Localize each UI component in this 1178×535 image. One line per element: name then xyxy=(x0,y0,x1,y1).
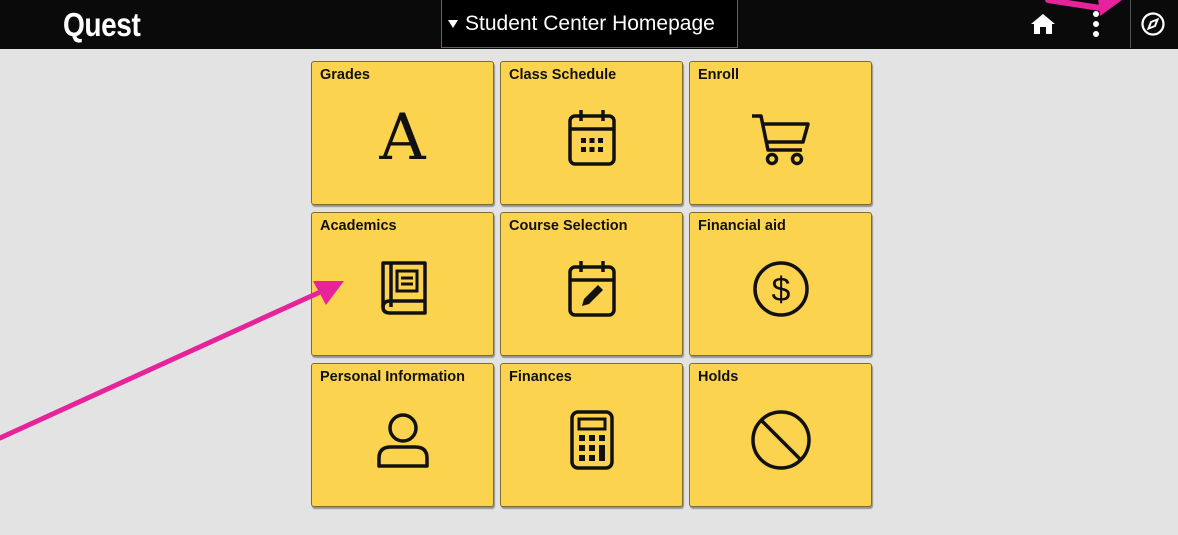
tile-enroll[interactable]: Enroll xyxy=(689,61,872,205)
dollar-circle-icon: $ xyxy=(747,255,815,323)
page-selector-dropdown[interactable]: Student Center Homepage xyxy=(441,0,738,48)
tile-class-schedule[interactable]: Class Schedule xyxy=(500,61,683,205)
tile-title: Finances xyxy=(509,369,572,385)
header-bar: Quest Student Center Homepage xyxy=(0,0,1178,49)
nav-bar-icon xyxy=(1140,12,1165,36)
actions-menu-button[interactable] xyxy=(1080,0,1112,48)
tile-personal-information[interactable]: Personal Information xyxy=(311,363,494,507)
book-icon xyxy=(369,255,437,323)
tile-holds[interactable]: Holds xyxy=(689,363,872,507)
home-icon xyxy=(1031,14,1055,34)
more-vertical-icon xyxy=(1093,11,1099,37)
tile-title: Enroll xyxy=(698,67,740,83)
calendar-edit-icon xyxy=(558,255,626,323)
calendar-icon xyxy=(558,104,626,172)
page-selector-label: Student Center Homepage xyxy=(465,11,715,35)
caret-down-icon xyxy=(448,19,458,28)
navbar-button[interactable] xyxy=(1130,0,1174,48)
prohibited-icon xyxy=(747,406,815,474)
tile-title: Class Schedule xyxy=(509,67,617,83)
tile-title: Course Selection xyxy=(509,218,628,234)
annotation-arrow-academics xyxy=(0,281,344,441)
quest-logo[interactable]: Quest xyxy=(63,6,141,44)
tile-financial-aid[interactable]: Financial aid $ xyxy=(689,212,872,356)
tile-title: Academics xyxy=(320,218,397,234)
letter-a-icon: A xyxy=(379,101,426,175)
tile-academics[interactable]: Academics xyxy=(311,212,494,356)
tile-grades[interactable]: Grades A xyxy=(311,61,494,205)
shopping-cart-icon xyxy=(747,104,815,172)
tile-course-selection[interactable]: Course Selection xyxy=(500,212,683,356)
tile-title: Personal Information xyxy=(320,369,466,385)
person-icon xyxy=(369,406,437,474)
svg-text:$: $ xyxy=(771,271,790,309)
calculator-icon xyxy=(558,406,626,474)
tile-finances[interactable]: Finances xyxy=(500,363,683,507)
tile-title: Grades xyxy=(320,67,370,83)
home-button[interactable] xyxy=(1025,0,1061,48)
tile-title: Financial aid xyxy=(698,218,786,234)
tile-title: Holds xyxy=(698,369,739,385)
tile-grid: Grades A Class Schedule Enroll Academics… xyxy=(311,61,872,507)
